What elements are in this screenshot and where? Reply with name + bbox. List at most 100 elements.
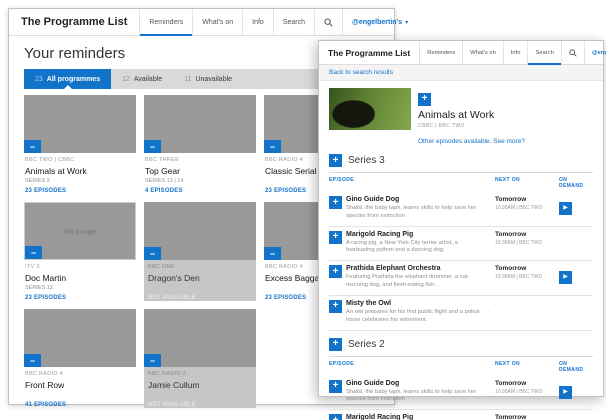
programme-card-top-gear[interactable]: − BBC THREE Top Gear SERIES 13 | 14 4 EP…	[144, 95, 256, 194]
episode-info: Misty the Owl An owl prepares for his fi…	[346, 300, 495, 325]
column-episode: EPISODE	[329, 177, 495, 189]
search-icon[interactable]	[314, 9, 342, 35]
nav-search-label: Search	[283, 19, 305, 26]
nav-info[interactable]: Info	[242, 9, 273, 35]
card-availability-status: NOT AVAILABLE	[148, 295, 252, 301]
add-programme-reminder-button[interactable]: +	[418, 93, 431, 106]
card-body: BBC ONE Dragon's Den NOT AVAILABLE	[144, 260, 256, 301]
nav-whats-on[interactable]: What's on	[192, 9, 242, 35]
episode-description: Shakti, the baby tapir, learns skills to…	[346, 205, 495, 221]
remove-reminder-button[interactable]: −	[264, 140, 281, 153]
tab-count: 11	[184, 76, 191, 83]
add-series-reminder-button[interactable]: +	[329, 154, 342, 167]
card-episodes-link[interactable]: 23 EPISODES	[25, 188, 135, 194]
add-episode-reminder-button[interactable]: +	[329, 231, 342, 244]
programme-title: Animals at Work	[418, 109, 525, 121]
card-channel: BBC RADIO 2	[148, 371, 252, 378]
nav-search-label: Search	[535, 50, 553, 56]
add-episode-reminder-button[interactable]: +	[329, 300, 342, 313]
next-on-cell: Tomorrow 10:30AM | BBC TWO	[495, 265, 559, 280]
next-on-day: Tomorrow	[495, 231, 559, 238]
column-on-demand: ON DEMAND	[559, 361, 593, 373]
nav-whats-on[interactable]: What's on	[462, 41, 503, 64]
remove-reminder-button[interactable]: −	[144, 247, 161, 260]
add-episode-reminder-button[interactable]: +	[329, 414, 342, 420]
next-on-cell: -	[495, 300, 559, 308]
add-episode-reminder-button[interactable]: +	[329, 265, 342, 278]
next-on-day: Tomorrow	[495, 380, 559, 387]
add-series-reminder-button[interactable]: +	[329, 338, 342, 351]
back-to-search-results-link[interactable]: Back to search results	[329, 69, 393, 76]
nav-info[interactable]: Info	[503, 41, 528, 64]
other-episodes-link[interactable]: Other episodes available. See more?	[418, 138, 525, 145]
episode-title: Prathida Elephant Orchestra	[346, 265, 495, 272]
plus-icon: +	[333, 197, 339, 208]
card-episodes-link[interactable]: 4 EPISODES	[145, 188, 255, 194]
plus-icon: +	[333, 266, 339, 277]
column-on-demand: ON DEMAND	[559, 177, 593, 189]
remove-reminder-button[interactable]: −	[25, 246, 42, 259]
episode-description: A racing pig, a New York City terrier ar…	[346, 240, 495, 256]
play-icon: ▶	[563, 274, 568, 280]
on-demand-cell: ▶	[559, 414, 593, 420]
card-channel: BBC RADIO 4	[25, 371, 135, 378]
plus-icon: +	[333, 231, 339, 242]
nav-search[interactable]: Search	[273, 9, 314, 35]
next-on-day: Tomorrow	[495, 265, 559, 272]
series-title: Series 3	[348, 155, 385, 166]
card-channel: BBC THREE	[145, 157, 255, 164]
nav-reminders[interactable]: Reminders	[139, 9, 192, 35]
card-series: SERIES 12	[25, 285, 135, 292]
card-series	[25, 392, 135, 399]
play-on-demand-button[interactable]: ▶	[559, 271, 572, 284]
remove-reminder-button[interactable]: −	[264, 247, 281, 260]
tab-unavailable[interactable]: 11 Unavailable	[173, 69, 243, 89]
next-on-day: -	[495, 302, 559, 308]
programme-card-dragons-den[interactable]: − BBC ONE Dragon's Den NOT AVAILABLE	[144, 202, 256, 301]
nav-whats-on-label: What's on	[202, 19, 233, 26]
programme-image: −	[144, 95, 256, 153]
nav-search[interactable]: Search	[527, 41, 560, 64]
episode-info: Prathida Elephant Orchestra Featuring Pr…	[346, 265, 495, 290]
episode-row: + Prathida Elephant Orchestra Featuring …	[329, 260, 593, 295]
search-icon[interactable]	[561, 41, 584, 64]
plus-icon: +	[333, 380, 339, 391]
add-episode-reminder-button[interactable]: +	[329, 196, 342, 209]
card-series	[148, 392, 252, 399]
programme-channel: CBBC | BBC TWO	[418, 123, 525, 129]
next-on-detail: 10:30AM | BBC TWO	[495, 240, 559, 246]
card-episodes-link[interactable]: 23 EPISODES	[25, 295, 135, 301]
card-episodes-link[interactable]: 41 EPISODES	[25, 402, 135, 408]
programme-image: −	[24, 309, 136, 367]
next-on-cell: Tomorrow 10:30AM | BBC TWO	[495, 231, 559, 246]
app-header: The Programme List Reminders What's on I…	[319, 41, 603, 65]
programme-card-doc-martin[interactable]: No image − ITV 3 Doc Martin SERIES 12 23…	[24, 202, 136, 301]
episode-table-header: EPISODE NEXT ON ON DEMAND	[329, 356, 593, 376]
nav-info-label: Info	[511, 50, 521, 56]
add-episode-reminder-button[interactable]: +	[329, 380, 342, 393]
search-result-window: The Programme List Reminders What's on I…	[318, 40, 604, 397]
episode-row: + Misty the Owl An owl prepares for his …	[329, 295, 593, 331]
user-menu[interactable]: @engelbertin's▾	[584, 41, 606, 64]
tab-available[interactable]: 12 Available	[111, 69, 173, 89]
programme-image: −	[144, 202, 256, 260]
programme-card-jamie-cullum[interactable]: − BBC RADIO 2 Jamie Cullum NOT AVAILABLE	[144, 309, 256, 408]
play-on-demand-button[interactable]: ▶	[559, 202, 572, 215]
episode-description: An owl prepares for his first public fli…	[346, 309, 495, 325]
remove-reminder-button[interactable]: −	[144, 140, 161, 153]
card-body: BBC RADIO 2 Jamie Cullum NOT AVAILABLE	[144, 367, 256, 408]
app-header: The Programme List Reminders What's on I…	[9, 9, 394, 36]
remove-reminder-button[interactable]: −	[24, 354, 41, 367]
card-title: Doc Martin	[25, 273, 135, 283]
user-menu[interactable]: @engelbertin's▾	[342, 9, 417, 35]
programme-card-animals-at-work[interactable]: − BBC TWO | CBBC Animals at Work SERIES …	[24, 95, 136, 194]
tab-all-programmes[interactable]: 23 All programmes	[24, 69, 111, 89]
remove-reminder-button[interactable]: −	[24, 140, 41, 153]
programme-card-front-row[interactable]: − BBC RADIO 4 Front Row 41 EPISODES	[24, 309, 136, 408]
nav-reminders[interactable]: Reminders	[419, 41, 462, 64]
remove-reminder-button[interactable]: −	[144, 354, 161, 367]
on-demand-cell: ▶	[559, 380, 593, 399]
chevron-down-icon: ▾	[405, 19, 408, 26]
play-on-demand-button[interactable]: ▶	[559, 386, 572, 399]
card-channel: BBC TWO | CBBC	[25, 157, 135, 164]
